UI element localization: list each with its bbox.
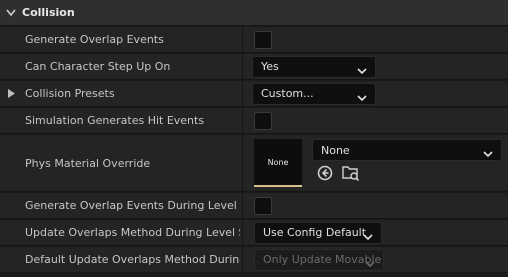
property-label: Default Update Overlaps Method During L.… xyxy=(25,253,240,266)
column-divider[interactable] xyxy=(242,247,243,272)
thumbnail-label: None xyxy=(267,157,289,167)
chevron-down-icon xyxy=(357,91,367,104)
column-divider[interactable] xyxy=(242,54,243,79)
row-generate-overlap-events: Generate Overlap Events xyxy=(0,27,508,53)
asset-thumbnail[interactable]: None xyxy=(254,139,302,187)
property-label: Simulation Generates Hit Events xyxy=(25,114,205,127)
arrow-left-circle-icon[interactable] xyxy=(316,164,334,182)
dropdown-value: Yes xyxy=(261,60,279,73)
column-divider[interactable] xyxy=(242,135,243,191)
triangle-right-icon[interactable] xyxy=(8,81,15,106)
section-title: Collision xyxy=(22,6,75,19)
row-update-overlaps-method: Update Overlaps Method During Level Str.… xyxy=(0,220,508,246)
dropdown-value: Only Update Movable xyxy=(263,253,382,266)
column-divider[interactable] xyxy=(242,108,243,133)
hit-events-checkbox[interactable] xyxy=(254,111,272,130)
row-overlap-during-level-streaming: Generate Overlap Events During Level Str… xyxy=(0,193,508,219)
column-divider[interactable] xyxy=(242,81,243,106)
overlap-level-streaming-checkbox[interactable] xyxy=(254,196,272,215)
property-label: Can Character Step Up On xyxy=(25,60,171,73)
row-can-character-step-up-on: Can Character Step Up On Yes xyxy=(0,54,508,80)
collision-section-header[interactable]: Collision xyxy=(0,0,508,26)
chevron-down-icon xyxy=(483,147,493,160)
asset-picker-value: None xyxy=(321,143,350,157)
row-collision-presets: Collision Presets Custom... xyxy=(0,81,508,107)
step-up-on-dropdown[interactable]: Yes xyxy=(252,55,376,78)
generate-overlap-events-checkbox[interactable] xyxy=(254,30,272,49)
column-divider[interactable] xyxy=(242,193,243,218)
property-label: Collision Presets xyxy=(25,87,115,100)
row-default-update-overlaps-method: Default Update Overlaps Method During L.… xyxy=(0,247,508,273)
property-label: Phys Material Override xyxy=(25,156,151,170)
column-divider[interactable] xyxy=(242,27,243,52)
column-divider[interactable] xyxy=(242,220,243,245)
property-label: Generate Overlap Events During Level Str… xyxy=(25,199,240,212)
chevron-down-icon xyxy=(363,230,373,243)
browse-folder-icon[interactable] xyxy=(341,164,360,182)
chevron-down-icon xyxy=(365,257,375,270)
phys-material-asset-picker[interactable]: None xyxy=(312,139,502,161)
property-label: Update Overlaps Method During Level Str.… xyxy=(25,226,240,239)
default-update-overlaps-dropdown: Only Update Movable xyxy=(254,248,384,271)
chevron-down-icon xyxy=(357,64,367,77)
collision-presets-dropdown[interactable]: Custom... xyxy=(252,82,376,105)
dropdown-value: Custom... xyxy=(261,87,314,100)
details-panel: Collision Generate Overlap Events Can Ch… xyxy=(0,0,508,277)
row-simulation-generates-hit-events: Simulation Generates Hit Events xyxy=(0,108,508,134)
dropdown-value: Use Config Default xyxy=(263,226,367,239)
update-overlaps-method-dropdown[interactable]: Use Config Default xyxy=(254,221,382,244)
chevron-down-icon[interactable] xyxy=(0,9,22,17)
property-label: Generate Overlap Events xyxy=(25,33,164,46)
